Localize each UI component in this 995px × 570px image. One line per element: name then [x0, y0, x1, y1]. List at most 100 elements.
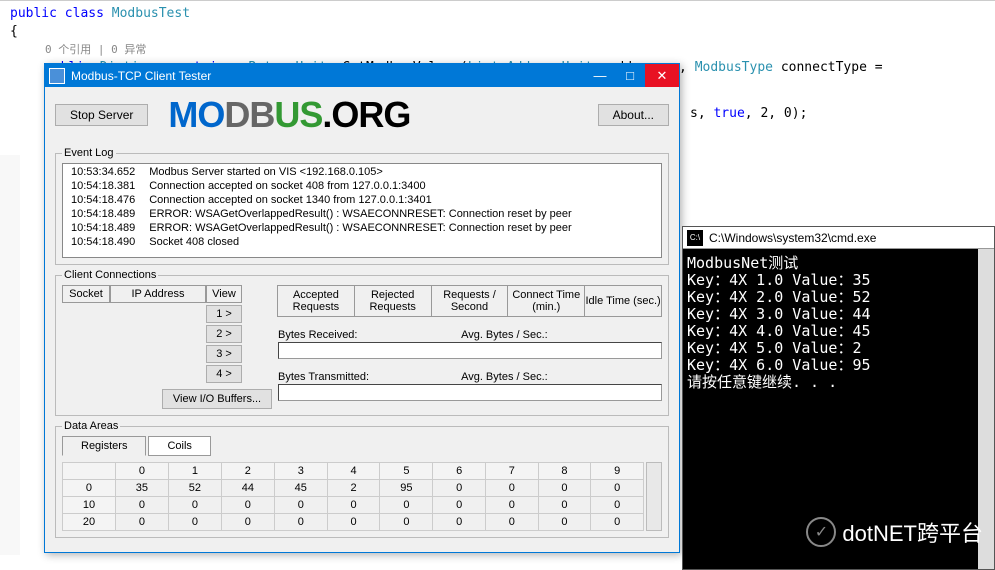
- reg-cell[interactable]: 0: [591, 497, 644, 514]
- reg-col-header: 7: [486, 463, 539, 480]
- reg-col-header: 1: [168, 463, 221, 480]
- reg-cell[interactable]: 0: [380, 497, 433, 514]
- event-log-row[interactable]: 10:54:18.476Connection accepted on socke…: [65, 194, 578, 206]
- reg-cell[interactable]: 0: [538, 514, 591, 531]
- cmd-line: Key：4X 1.0 Value：35: [687, 271, 871, 289]
- reg-cell[interactable]: 0: [221, 497, 274, 514]
- event-log-row[interactable]: 10:54:18.381Connection accepted on socke…: [65, 180, 578, 192]
- view-4-button[interactable]: 4 >: [206, 365, 242, 383]
- client-connections-legend: Client Connections: [62, 269, 158, 281]
- event-log-row[interactable]: 10:54:18.489ERROR: WSAGetOverlappedResul…: [65, 222, 578, 234]
- reg-cell[interactable]: 0: [168, 497, 221, 514]
- event-msg: ERROR: WSAGetOverlappedResult() : WSAECO…: [143, 222, 577, 234]
- cmd-line: Key：4X 5.0 Value：2: [687, 339, 862, 357]
- reg-cell[interactable]: 0: [274, 514, 327, 531]
- reg-cell[interactable]: 0: [486, 497, 539, 514]
- view-io-buffers-button[interactable]: View I/O Buffers...: [162, 389, 272, 409]
- reg-row-header: 10: [63, 497, 116, 514]
- registers-scrollbar[interactable]: [646, 462, 662, 531]
- reg-cell[interactable]: 0: [433, 497, 486, 514]
- reg-cell[interactable]: 0: [433, 514, 486, 531]
- cmd-titlebar[interactable]: C:\ C:\Windows\system32\cmd.exe: [683, 227, 994, 249]
- reg-cell[interactable]: 2: [327, 480, 380, 497]
- view-2-button[interactable]: 2 >: [206, 325, 242, 343]
- close-button[interactable]: ✕: [645, 64, 679, 87]
- col-view: View: [206, 285, 242, 303]
- reg-cell[interactable]: 35: [115, 480, 168, 497]
- minimize-button[interactable]: —: [585, 64, 615, 87]
- col-rps: Requests / Second: [431, 285, 509, 317]
- reg-col-header: 8: [538, 463, 591, 480]
- maximize-button[interactable]: □: [615, 64, 645, 87]
- event-msg: Modbus Server started on VIS <192.168.0.…: [143, 166, 577, 178]
- event-log-row[interactable]: 10:54:18.489ERROR: WSAGetOverlappedResul…: [65, 208, 578, 220]
- reg-cell[interactable]: 0: [433, 480, 486, 497]
- type: ModbusType: [695, 60, 773, 75]
- stop-server-button[interactable]: Stop Server: [55, 104, 148, 126]
- window-title: Modbus-TCP Client Tester: [71, 69, 585, 83]
- bytes-received-label: Bytes Received:: [278, 329, 388, 341]
- registers-table[interactable]: 0123456789035524445295000010000000000020…: [62, 462, 644, 531]
- reg-cell[interactable]: 0: [591, 480, 644, 497]
- reg-cell[interactable]: 0: [538, 497, 591, 514]
- event-time: 10:54:18.489: [65, 208, 141, 220]
- wechat-icon: ✓: [806, 517, 836, 547]
- reg-cell[interactable]: 0: [221, 514, 274, 531]
- reg-cell[interactable]: 0: [591, 514, 644, 531]
- tab-registers[interactable]: Registers: [62, 436, 146, 456]
- event-time: 10:54:18.381: [65, 180, 141, 192]
- reg-cell[interactable]: 0: [168, 514, 221, 531]
- bytes-received-bar: [278, 342, 662, 359]
- event-msg: ERROR: WSAGetOverlappedResult() : WSAECO…: [143, 208, 577, 220]
- table-row[interactable]: 200000000000: [63, 514, 644, 531]
- event-time: 10:54:18.490: [65, 236, 141, 248]
- view-3-button[interactable]: 3 >: [206, 345, 242, 363]
- reg-cell[interactable]: 0: [486, 514, 539, 531]
- reg-cell[interactable]: 0: [115, 497, 168, 514]
- reg-col-header: 3: [274, 463, 327, 480]
- cmd-line: ModbusNet测试: [687, 254, 798, 272]
- client-connections-group: Client Connections Socket IP Address Vie…: [55, 269, 669, 416]
- event-log-row[interactable]: 10:53:34.652Modbus Server started on VIS…: [65, 166, 578, 178]
- kw-public: public: [10, 6, 57, 21]
- modbus-logo: MODBUS.ORG: [168, 95, 410, 135]
- avg-bytes-sec-label-2: Avg. Bytes / Sec.:: [461, 371, 548, 383]
- reg-cell[interactable]: 0: [380, 514, 433, 531]
- reg-cell[interactable]: 0: [327, 497, 380, 514]
- event-log-row[interactable]: 10:54:18.490Socket 408 closed: [65, 236, 578, 248]
- cmd-icon: C:\: [687, 230, 703, 246]
- reg-cell[interactable]: 52: [168, 480, 221, 497]
- event-log-group: Event Log 10:53:34.652Modbus Server star…: [55, 147, 669, 265]
- event-log-list[interactable]: 10:53:34.652Modbus Server started on VIS…: [62, 163, 662, 258]
- table-row[interactable]: 100000000000: [63, 497, 644, 514]
- col-ipaddress: IP Address: [110, 285, 206, 303]
- reg-cell[interactable]: 0: [274, 497, 327, 514]
- reg-cell[interactable]: 95: [380, 480, 433, 497]
- reg-cell[interactable]: 44: [221, 480, 274, 497]
- reg-cell[interactable]: 0: [538, 480, 591, 497]
- about-button[interactable]: About...: [598, 104, 669, 126]
- type-modbustest: ModbusTest: [112, 6, 190, 21]
- titlebar[interactable]: Modbus-TCP Client Tester — □ ✕: [45, 64, 679, 87]
- avg-bytes-sec-label: Avg. Bytes / Sec.:: [461, 329, 548, 341]
- col-accepted: Accepted Requests: [277, 285, 355, 317]
- reg-cell[interactable]: 0: [327, 514, 380, 531]
- data-areas-legend: Data Areas: [62, 420, 120, 432]
- view-1-button[interactable]: 1 >: [206, 305, 242, 323]
- event-time: 10:53:34.652: [65, 166, 141, 178]
- reg-col-header: 6: [433, 463, 486, 480]
- cmd-line: 请按任意键继续. . .: [687, 373, 837, 391]
- tab-coils[interactable]: Coils: [148, 436, 210, 456]
- code-text: , 2, 0);: [745, 106, 808, 121]
- param: connectType =: [781, 60, 883, 75]
- reg-col-header: 0: [115, 463, 168, 480]
- event-time: 10:54:18.476: [65, 194, 141, 206]
- reg-cell[interactable]: 0: [486, 480, 539, 497]
- cmd-line: Key：4X 3.0 Value：44: [687, 305, 871, 323]
- reg-cell[interactable]: 0: [115, 514, 168, 531]
- event-time: 10:54:18.489: [65, 222, 141, 234]
- table-row[interactable]: 0355244452950000: [63, 480, 644, 497]
- kw-class: class: [65, 6, 104, 21]
- reg-cell[interactable]: 45: [274, 480, 327, 497]
- cmd-title-text: C:\Windows\system32\cmd.exe: [709, 231, 876, 245]
